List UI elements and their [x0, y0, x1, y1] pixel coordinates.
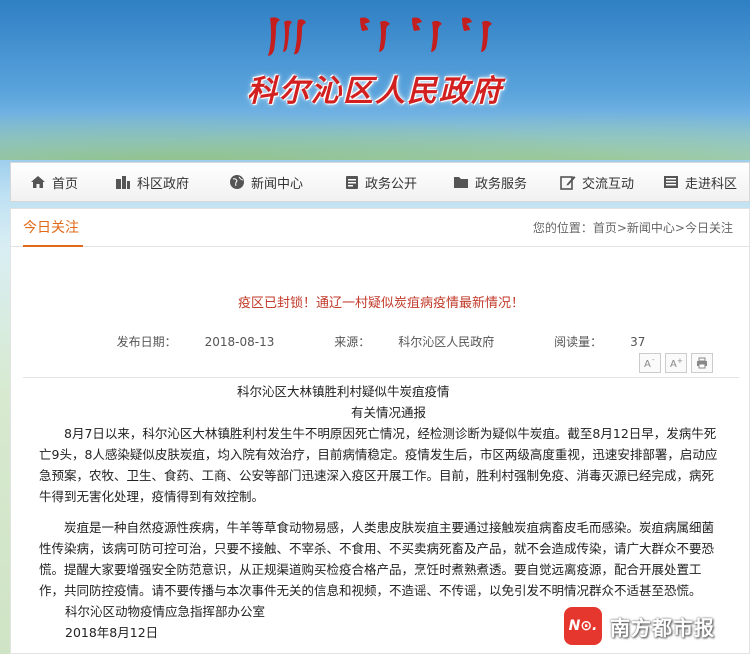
nav-item-label: 科区政府 [136, 176, 189, 192]
publish-date: 发布日期： 2018-08-13 [116, 335, 275, 349]
svg-text:-: - [652, 357, 655, 364]
nav-item-label: 政务服务 [474, 176, 527, 192]
article-title: 疫区已封锁！通辽一村疑似炭疽病疫情最新情况！ [237, 296, 524, 311]
nav-item-label: 走进科区 [684, 176, 737, 192]
read-count: 阅读量： 37 [554, 335, 646, 349]
nav-item-news[interactable]: 新闻中心 [207, 162, 325, 202]
font-larger-button[interactable]: A + [665, 353, 687, 373]
nav-item-label: 首页 [51, 176, 78, 192]
breadcrumb-separator: > [616, 221, 627, 235]
edit-icon [560, 176, 576, 190]
breadcrumb-current-link[interactable]: 今日关注 [685, 221, 733, 235]
mongolian-script-logo [268, 17, 492, 56]
nav-item-label: 新闻中心 [250, 176, 303, 192]
breadcrumb: 您的位置：首页>新闻中心>今日关注 [533, 209, 733, 247]
article-subheading: 有关情况通报 [351, 405, 427, 420]
breadcrumb-news-link[interactable]: 新闻中心 [627, 221, 675, 235]
folder-icon [453, 177, 468, 188]
header-banner: 科尔沁区人民政府 [0, 0, 750, 160]
tab-today-focus[interactable]: 今日关注 [23, 209, 83, 247]
building-icon [115, 175, 130, 189]
nav-item-interaction[interactable]: 交流互动 [543, 162, 651, 202]
main-nav: 首页 科区政府 新闻中心 政务公开 政务服务 交流互动 走进科区 [10, 162, 750, 202]
font-smaller-icon: A- [644, 357, 655, 369]
article-meta: 发布日期： 2018-08-13 来源： 科尔沁区人民政府 阅读量： 37 [11, 333, 750, 350]
svg-text:+: + [677, 357, 683, 365]
breadcrumb-prefix: 您的位置： [532, 221, 593, 235]
breadcrumb-separator: > [674, 221, 685, 235]
watermark: N⊙. 南方都市报 [564, 606, 715, 646]
nav-item-about[interactable]: 走进科区 [651, 162, 749, 202]
print-icon [697, 357, 707, 369]
font-larger-icon: A + [670, 357, 683, 369]
font-smaller-button[interactable]: A- [639, 353, 661, 373]
nav-item-home[interactable]: 首页 [11, 162, 97, 202]
nav-item-label: 交流互动 [581, 176, 634, 192]
svg-text:A: A [644, 359, 651, 369]
document-icon [345, 175, 358, 189]
print-button[interactable] [691, 353, 713, 373]
section-header: 今日关注 您的位置：首页>新闻中心>今日关注 [11, 209, 749, 247]
content-panel: 今日关注 您的位置：首页>新闻中心>今日关注 疫区已封锁！通辽一村疑似炭疽病疫情… [10, 208, 750, 654]
nav-item-government[interactable]: 科区政府 [97, 162, 207, 202]
watermark-text: 南方都市报 [610, 615, 715, 640]
article-heading: 科尔沁区大林镇胜利村疑似牛炭疽疫情 [237, 384, 450, 399]
article-paragraph: 炭疽是一种自然疫源性疾病，牛羊等草食动物易感，人类患皮肤炭疽主要通过接触炭疽病畜… [39, 520, 715, 598]
breadcrumb-home-link[interactable]: 首页 [593, 221, 617, 235]
site-title: 科尔沁区人民政府 [247, 74, 503, 109]
article-body: 科尔沁区大林镇胜利村疑似牛炭疽疫情 有关情况通报 8月7日以来，科尔沁区大林镇胜… [39, 381, 725, 643]
nav-item-gov-affairs[interactable]: 政务公开 [325, 162, 437, 202]
home-icon [30, 176, 45, 188]
svg-text:A: A [670, 359, 677, 369]
book-icon [663, 176, 678, 188]
nav-item-label: 政务公开 [364, 176, 417, 192]
nav-item-gov-service[interactable]: 政务服务 [437, 162, 543, 202]
article-source: 来源： 科尔沁区人民政府 [334, 335, 495, 349]
divider [23, 377, 739, 378]
article-tools: A- A + [639, 353, 713, 373]
newspaper-logo: N⊙. [564, 607, 602, 645]
globe-icon [229, 175, 244, 189]
article-paragraph: 8月7日以来，科尔沁区大林镇胜利村发生牛不明原因死亡情况，经检测诊断为疑似牛炭疽… [39, 426, 718, 504]
